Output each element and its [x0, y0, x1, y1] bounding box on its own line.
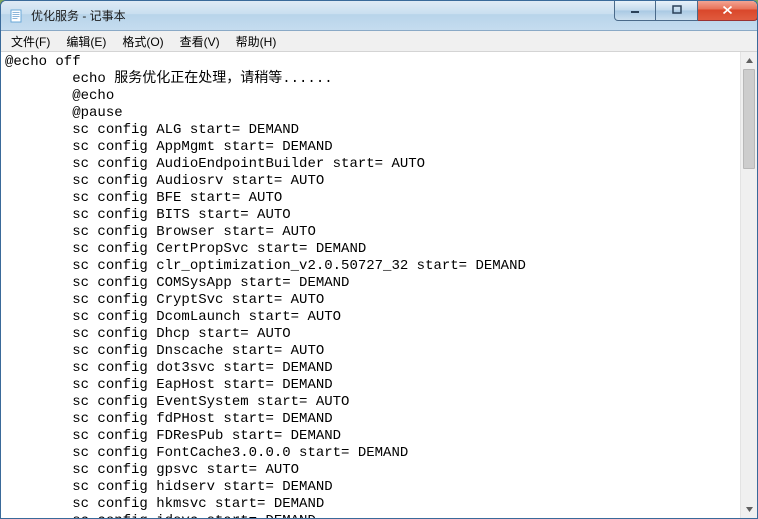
scroll-up-button[interactable] [741, 52, 757, 69]
scroll-down-button[interactable] [741, 501, 757, 518]
close-button[interactable] [698, 1, 758, 21]
chevron-up-icon [745, 56, 754, 65]
notepad-window: 优化服务 - 记事本 文件(F) 编辑(E) 格式(O) [0, 0, 758, 519]
window-title: 优化服务 - 记事本 [31, 7, 614, 24]
minimize-button[interactable] [614, 1, 656, 21]
vertical-scrollbar[interactable] [740, 52, 757, 518]
scroll-thumb[interactable] [743, 69, 755, 169]
menu-edit[interactable]: 编辑(E) [58, 31, 114, 51]
titlebar[interactable]: 优化服务 - 记事本 [1, 1, 757, 31]
content-area: @echo off echo 服务优化正在处理，请稍等...... @echo … [1, 52, 757, 518]
menu-format[interactable]: 格式(O) [114, 31, 171, 51]
menubar: 文件(F) 编辑(E) 格式(O) 查看(V) 帮助(H) [1, 31, 757, 52]
text-area[interactable]: @echo off echo 服务优化正在处理，请稍等...... @echo … [1, 52, 740, 518]
chevron-down-icon [745, 505, 754, 514]
window-controls [614, 1, 758, 21]
maximize-button[interactable] [656, 1, 698, 21]
maximize-icon [672, 5, 682, 15]
close-icon [722, 5, 733, 15]
menu-view[interactable]: 查看(V) [172, 31, 228, 51]
menu-file[interactable]: 文件(F) [3, 31, 58, 51]
menu-help[interactable]: 帮助(H) [228, 31, 285, 51]
minimize-icon [630, 5, 640, 15]
notepad-icon [9, 8, 25, 24]
scroll-track[interactable] [741, 69, 757, 501]
